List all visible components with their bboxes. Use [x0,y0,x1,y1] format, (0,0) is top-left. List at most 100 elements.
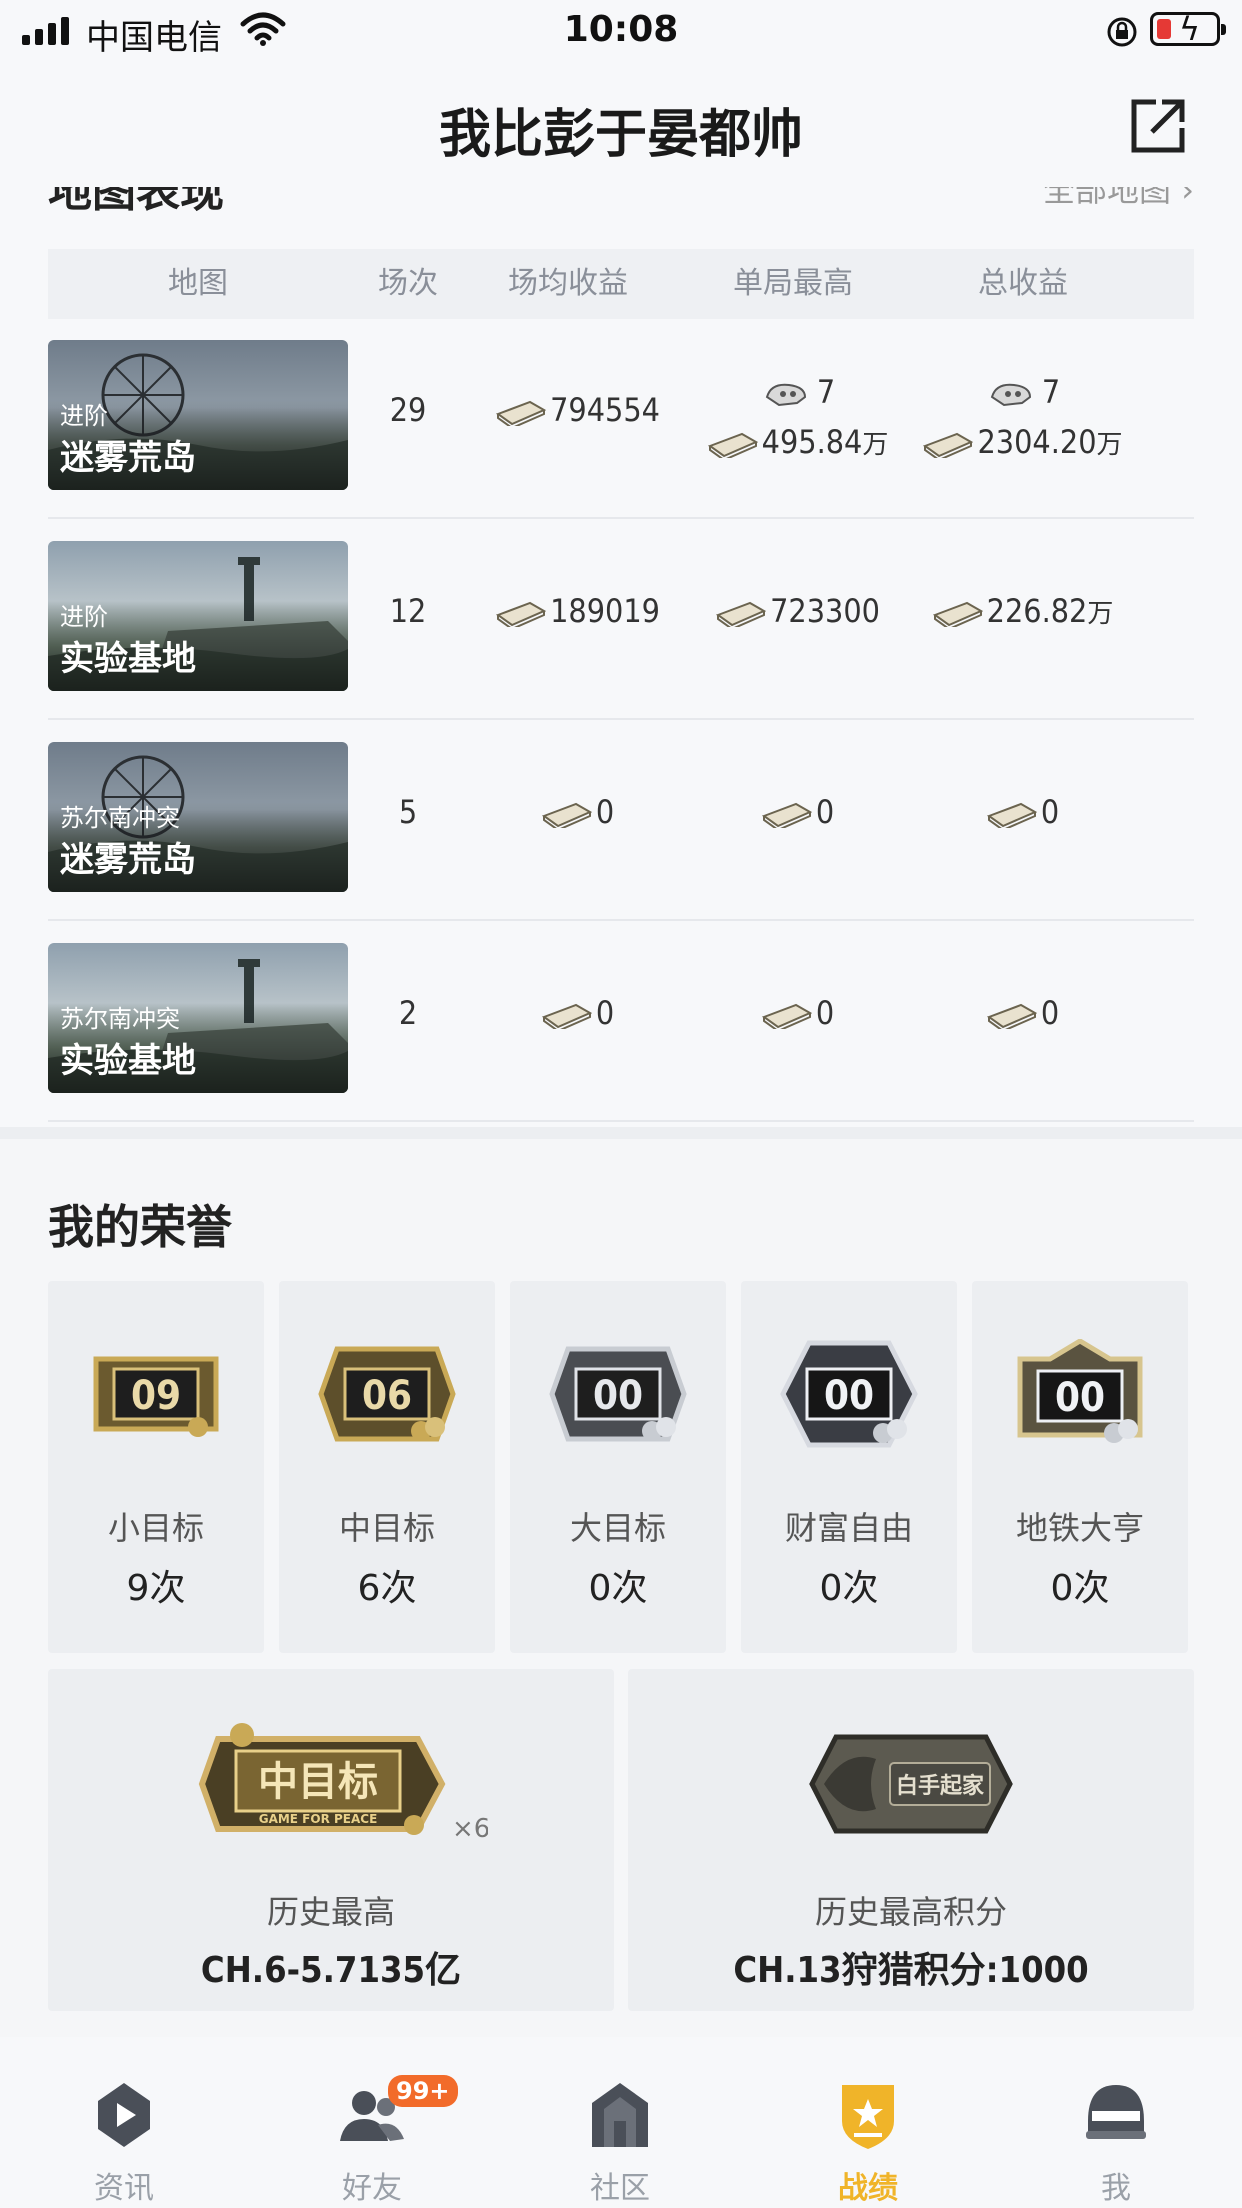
cash-stack-icon [541,1003,592,1029]
honors-title: 我的荣誉 [48,1200,232,1254]
honor-card-financial-freedom[interactable]: 00 财富自由 0次 [741,1281,957,1653]
tab-me[interactable]: 我 [992,2037,1240,2208]
share-external-icon[interactable] [1126,94,1190,158]
community-house-icon [592,2083,648,2147]
map-thumbnail: 进阶 迷雾荒岛 [48,340,348,490]
best-value: 495.84 [761,423,863,461]
matches-value: 29 [389,391,427,429]
matches-value: 5 [398,793,418,831]
table-row[interactable]: 进阶 迷雾荒岛 29 794554 7 495.84万 7 2304.20万 [48,319,1194,519]
honor-name: 小目标 [107,1509,204,1547]
tab-friends[interactable]: 99+ 好友 [248,2037,496,2208]
record-card-highest[interactable]: 中目标 GAME FOR PEACE ×6 历史最高 CH.6-5.7135亿 [48,1669,614,2011]
record-label: 历史最高积分 [814,1893,1007,1931]
crown-counter-badge-icon: 00 [1017,1339,1143,1443]
table-row[interactable]: 苏尔南冲突 迷雾荒岛 5 0 0 0 [48,721,1194,921]
total-value: 2304.20 [977,423,1097,461]
matches-value: 2 [398,994,418,1032]
total-cell: 0 [908,793,1138,831]
view-all-maps-link[interactable]: 全部地图 › [1043,187,1194,211]
silver-counter-badge-icon: 00 [549,1346,687,1442]
emblem-multiplier: ×6 [452,1814,488,1844]
best-unit: 万 [862,430,889,460]
map-name: 实验基地 [60,1041,196,1081]
friends-badge: 99+ [388,2075,458,2107]
cash-stack-icon [716,601,767,627]
news-play-icon [98,2083,150,2147]
honor-card-medium-goal[interactable]: 06 中目标 6次 [279,1281,495,1653]
diamond-counter-badge-icon: 00 [780,1340,918,1448]
honor-card-subway-tycoon[interactable]: 00 地铁大亨 0次 [972,1281,1188,1653]
map-name: 实验基地 [60,639,196,679]
avg-income-value: 189019 [550,592,660,630]
badge-digits: 09 [131,1373,181,1419]
honor-count: 0次 [1050,1568,1110,1609]
best-value: 0 [815,793,835,831]
map-name: 迷雾荒岛 [60,438,196,478]
col-avg: 场均收益 [508,266,628,301]
record-label: 历史最高 [266,1893,395,1931]
map-performance-section: 地图表现 全部地图 › 地图 场次 场均收益 单局最高 总收益 进阶 迷雾荒岛 … [0,187,1242,1127]
rotation-lock-icon [1107,17,1137,47]
map-name: 迷雾荒岛 [60,840,196,880]
badge-digits: 00 [593,1373,643,1419]
cash-stack-icon [707,432,758,458]
status-bar: 中国电信 10:08 ϟ [0,0,1242,62]
honor-card-big-goal[interactable]: 00 大目标 0次 [510,1281,726,1653]
cash-stack-icon [496,601,547,627]
nav-bar: 我比彭于晏都帅 [0,62,1242,187]
total-cell: 0 [908,994,1138,1032]
map-mode: 进阶 [60,603,108,631]
honor-name: 中目标 [338,1509,435,1547]
table-row[interactable]: 进阶 实验基地 12 189019 723300 226.82万 [48,520,1194,720]
cash-stack-icon [496,400,547,426]
best-kills-value: 7 [816,373,836,411]
emblem-text: 白手起家 [896,1773,985,1799]
col-map: 地图 [168,266,228,301]
kill-skull-icon [765,383,806,407]
battery-icon: ϟ [1150,11,1226,47]
section-divider [0,1127,1242,1139]
honor-count: 0次 [588,1568,648,1609]
tab-label: 战绩 [838,2171,898,2206]
total-cell: 226.82万 [908,592,1138,630]
tab-community[interactable]: 社区 [496,2037,744,2208]
best-cell: 0 [688,793,908,831]
cash-stack-icon [541,802,592,828]
best-cell: 7 495.84万 [688,367,908,467]
tab-news[interactable]: 资讯 [0,2037,248,2208]
page-title: 我比彭于晏都帅 [438,105,803,165]
total-value: 0 [1040,793,1060,831]
honor-name: 财富自由 [784,1509,913,1547]
cash-stack-icon [761,1003,812,1029]
map-mode: 苏尔南冲突 [60,1005,180,1033]
col-matches: 场次 [378,266,438,301]
avg-income-cell: 0 [468,994,688,1032]
avg-income-value: 0 [595,994,615,1032]
honors-section: 我的荣誉 09 小目标 9次 06 中目标 6次 00 大目标 0次 00 财富… [0,1139,1242,2037]
honor-card-small-goal[interactable]: 09 小目标 9次 [48,1281,264,1653]
best-cell: 723300 [688,592,908,630]
total-kills-value: 7 [1041,373,1061,411]
self-made-emblem-icon: 白手起家 [809,1734,1013,1834]
badge-digits: 06 [362,1373,412,1419]
honor-count: 0次 [819,1568,879,1609]
cash-stack-icon [923,432,974,458]
bottom-tab-bar: 资讯 99+ 好友 社区 战绩 我 [0,2037,1242,2208]
best-cell: 0 [688,994,908,1032]
cash-stack-icon [761,802,812,828]
map-thumbnail: 苏尔南冲突 实验基地 [48,943,348,1093]
avg-income-cell: 189019 [468,592,688,630]
total-cell: 7 2304.20万 [908,367,1138,467]
map-mode: 进阶 [60,402,108,430]
record-card-highest-score[interactable]: 白手起家 历史最高积分 CH.13狩猎积分:1000 [628,1669,1194,2011]
tab-records[interactable]: 战绩 [744,2037,992,2208]
map-mode: 苏尔南冲突 [60,804,180,832]
badge-digits: 00 [824,1373,874,1419]
best-value: 0 [815,994,835,1032]
total-unit: 万 [1096,430,1123,460]
medium-goal-emblem-icon: 中目标 GAME FOR PEACE ×6 [198,1723,488,1844]
honor-name: 大目标 [569,1509,666,1547]
table-row[interactable]: 苏尔南冲突 实验基地 2 0 0 0 [48,922,1194,1122]
emblem-subtext: GAME FOR PEACE [259,1812,378,1826]
